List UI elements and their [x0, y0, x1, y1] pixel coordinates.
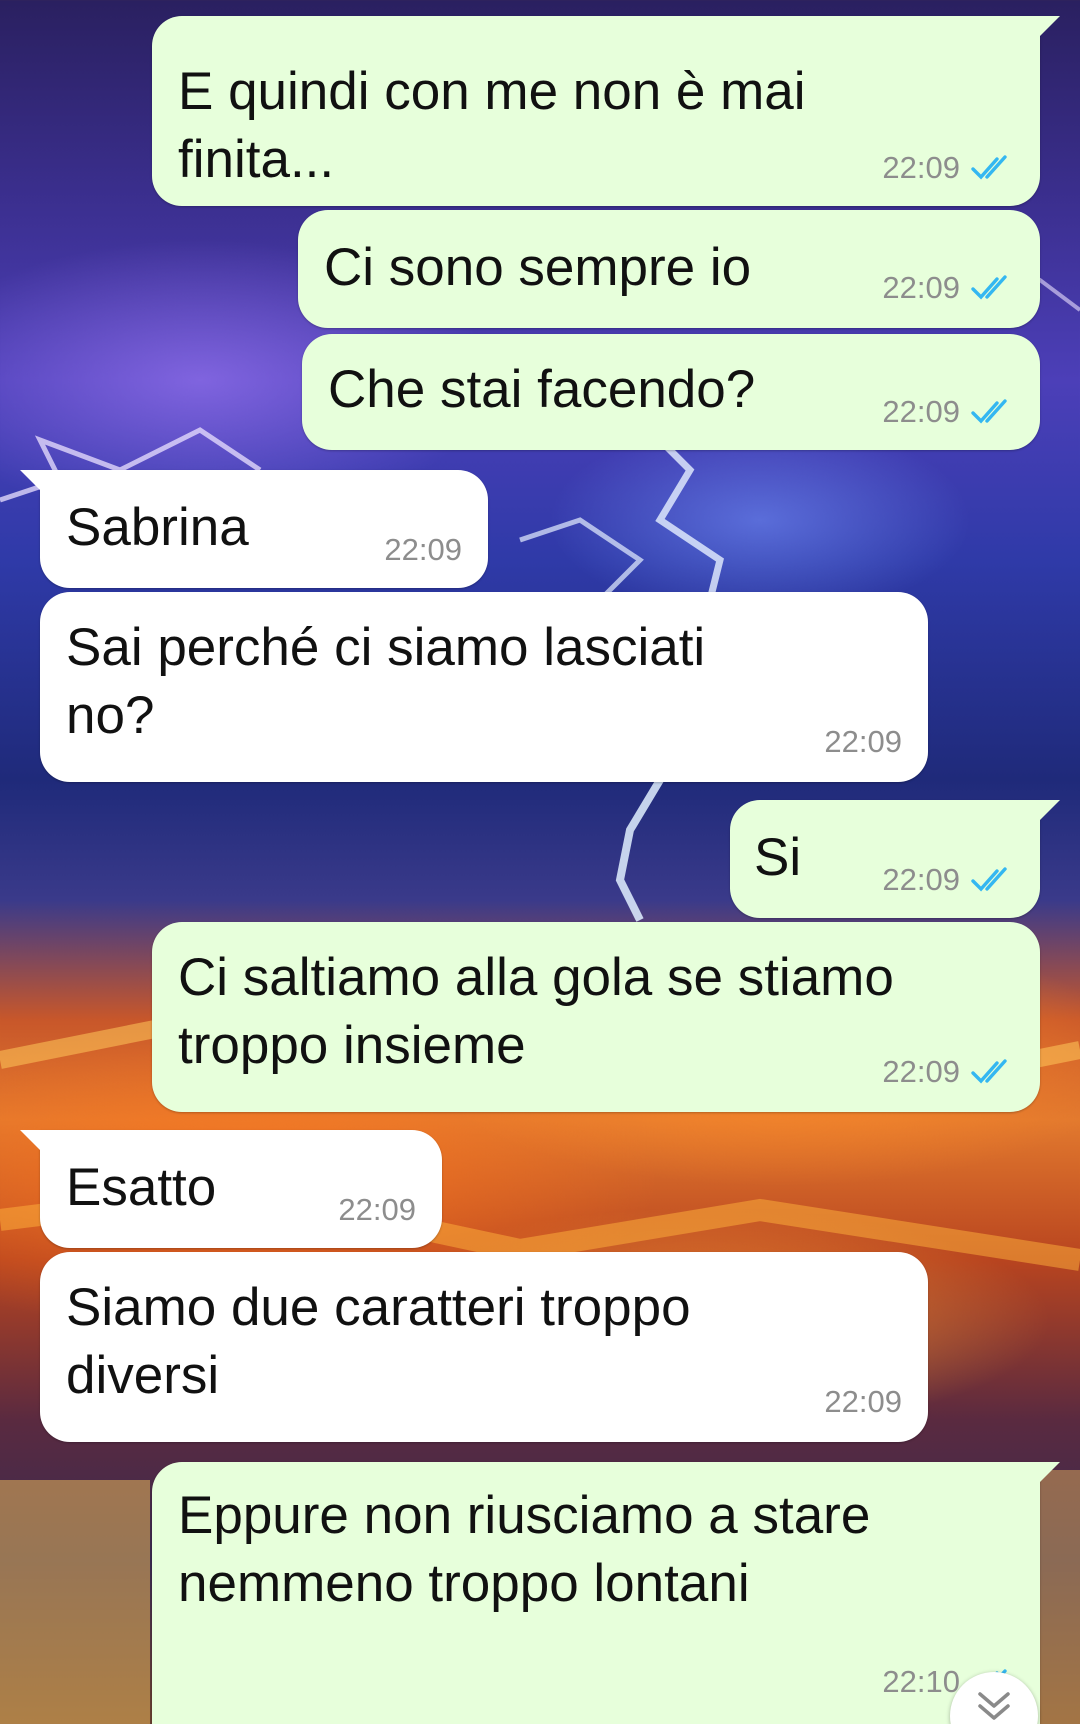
- message-meta: 22:09: [882, 394, 1014, 430]
- message-meta: 22:09: [882, 270, 1014, 306]
- message-meta: 22:09: [882, 1054, 1014, 1090]
- message-text: Sabrina: [66, 498, 249, 557]
- message-time: 22:09: [384, 532, 462, 567]
- message-time: 22:10: [882, 1664, 960, 1699]
- message-text: E quindi con me non è mai finita...: [178, 62, 806, 189]
- double-check-icon: [971, 1059, 1007, 1084]
- chevron-double-down-icon: [978, 1692, 1010, 1720]
- message-time: 22:09: [338, 1192, 416, 1227]
- message-time: 22:09: [882, 150, 960, 185]
- message-bubble-incoming[interactable]: Sabrina 22:09: [20, 470, 488, 588]
- message-text: Esatto: [66, 1158, 217, 1217]
- message-time: 22:09: [824, 1384, 902, 1419]
- message-time: 22:09: [882, 862, 960, 897]
- message-meta: 22:09: [338, 1192, 416, 1228]
- message-bubble-outgoing[interactable]: Ci sono sempre io 22:09: [298, 210, 1040, 328]
- message-text: Ci sono sempre io: [324, 238, 752, 297]
- message-bubble-incoming[interactable]: Esatto 22:09: [20, 1130, 442, 1248]
- double-check-icon: [971, 155, 1007, 180]
- message-time: 22:09: [882, 270, 960, 305]
- message-bubble-outgoing[interactable]: E quindi con me non è mai finita... 22:0…: [152, 16, 1060, 206]
- message-time: 22:09: [882, 394, 960, 429]
- message-bubble-incoming[interactable]: Siamo due caratteri troppo diversi 22:09: [40, 1252, 928, 1442]
- double-check-icon: [971, 867, 1007, 892]
- message-bubble-outgoing[interactable]: Ci saltiamo alla gola se stiamo troppo i…: [152, 922, 1040, 1112]
- message-bubble-incoming[interactable]: Sai perché ci siamo lasciati no? 22:09: [40, 592, 928, 782]
- message-bubble-outgoing[interactable]: Eppure non riusciamo a stare nemmeno tro…: [152, 1462, 1060, 1724]
- message-meta: 22:09: [824, 724, 902, 760]
- message-time: 22:09: [882, 1054, 960, 1089]
- message-bubble-outgoing[interactable]: Si 22:09: [730, 800, 1060, 918]
- message-bubble-outgoing[interactable]: Che stai facendo? 22:09: [302, 334, 1040, 450]
- double-check-icon: [971, 399, 1007, 424]
- message-time: 22:09: [824, 724, 902, 759]
- message-text: Si: [754, 828, 802, 887]
- message-meta: 22:09: [882, 150, 1014, 186]
- message-text: Sai perché ci siamo lasciati no?: [66, 618, 706, 745]
- message-meta: 22:09: [384, 532, 462, 568]
- message-meta: 22:09: [824, 1384, 902, 1420]
- message-text: Che stai facendo?: [328, 360, 756, 419]
- message-text: Ci saltiamo alla gola se stiamo troppo i…: [178, 948, 894, 1075]
- message-meta: 22:09: [882, 862, 1014, 898]
- message-text: Eppure non riusciamo a stare nemmeno tro…: [178, 1486, 871, 1613]
- message-text: Siamo due caratteri troppo diversi: [66, 1278, 691, 1405]
- double-check-icon: [971, 275, 1007, 300]
